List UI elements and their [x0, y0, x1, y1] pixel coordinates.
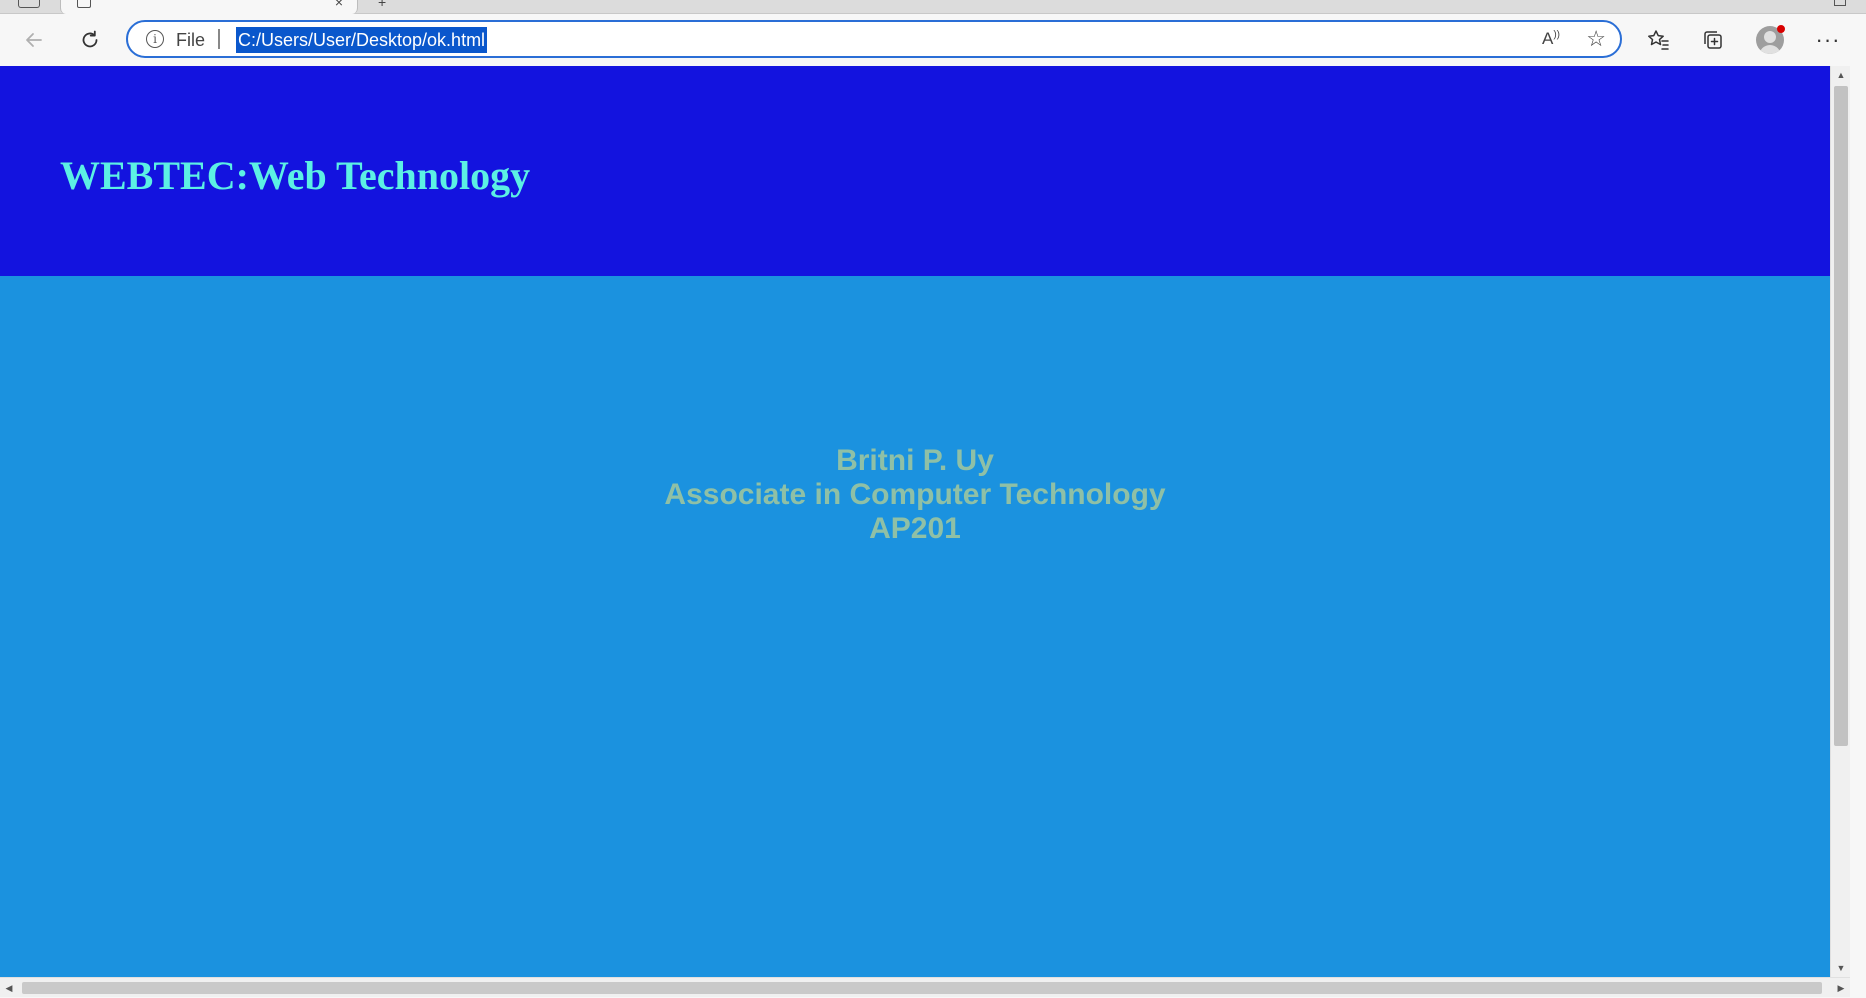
page-favicon-icon [77, 0, 91, 8]
page-viewport: WEBTEC:Web Technology Britni P. Uy Assoc… [0, 66, 1830, 977]
notification-dot [1777, 25, 1785, 33]
window-control-icon[interactable] [1834, 0, 1846, 6]
scheme-label: File [176, 30, 206, 50]
arrow-left-icon [26, 33, 42, 47]
scroll-down-icon[interactable]: ▼ [1831, 959, 1851, 977]
tab-strip: × + [0, 0, 1866, 14]
address-bar[interactable]: i File C:/Users/User/Desktop/ok.html A))… [126, 20, 1622, 58]
new-tab-icon[interactable]: + [378, 0, 386, 10]
scroll-up-icon[interactable]: ▲ [1831, 66, 1851, 84]
profile-button[interactable] [1752, 22, 1788, 58]
url-text[interactable]: C:/Users/User/Desktop/ok.html [236, 27, 488, 53]
read-aloud-icon[interactable]: A)) [1542, 29, 1560, 49]
add-favorite-icon[interactable]: ☆ [1586, 26, 1606, 52]
scroll-left-icon[interactable]: ◀ [0, 978, 18, 998]
reload-button[interactable] [72, 22, 108, 58]
page-body [0, 276, 1830, 977]
horizontal-scrollbar[interactable]: ◀ ▶ [0, 977, 1850, 997]
address-separator [218, 29, 220, 49]
collections-button[interactable] [1695, 22, 1731, 58]
window-edge [1850, 66, 1866, 997]
collections-icon [1704, 31, 1722, 49]
site-info-icon[interactable]: i [146, 30, 164, 48]
student-program: Associate in Computer Technology [664, 478, 1166, 511]
scroll-right-icon[interactable]: ▶ [1832, 978, 1850, 998]
student-name: Britni P. Uy [836, 444, 994, 477]
reload-icon [82, 30, 98, 48]
page-title: WEBTEC:Web Technology [60, 153, 531, 198]
browser-toolbar: i File C:/Users/User/Desktop/ok.html A))… [0, 14, 1866, 66]
vertical-scroll-thumb[interactable] [1834, 86, 1848, 746]
page-header: WEBTEC:Web Technology [0, 66, 1830, 276]
tab-actions-icon[interactable] [18, 0, 40, 8]
horizontal-scroll-thumb[interactable] [22, 982, 1822, 994]
back-button[interactable] [16, 22, 52, 58]
student-section: AP201 [869, 512, 961, 545]
favorites-icon [1648, 30, 1669, 50]
tab-close-icon[interactable]: × [335, 0, 343, 10]
student-info: Britni P. Uy Associate in Computer Techn… [0, 444, 1830, 546]
more-menu-button[interactable]: ··· [1810, 22, 1846, 58]
vertical-scrollbar[interactable]: ▲ ▼ [1830, 66, 1850, 977]
browser-tab[interactable]: × [60, 0, 358, 14]
favorites-button[interactable] [1640, 22, 1676, 58]
